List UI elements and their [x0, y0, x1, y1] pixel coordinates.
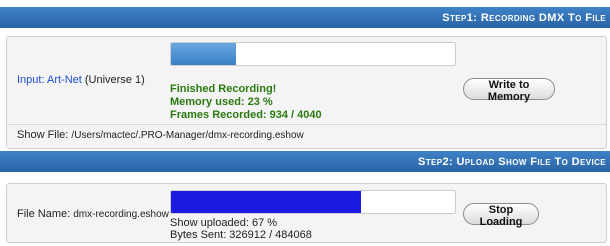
input-line: Input: Art-Net (Universe 1)	[17, 74, 145, 86]
show-file-path: /Users/mactec/.PRO-Manager/dmx-recording…	[71, 130, 304, 141]
show-file-label: Show File:	[17, 129, 69, 141]
show-uploaded-text: Show uploaded: 67 %	[170, 217, 278, 229]
input-universe: (Universe 1)	[84, 74, 145, 86]
upload-progress-fill	[171, 191, 362, 213]
file-name-label: File Name:	[17, 208, 71, 220]
input-source-link[interactable]: Art-Net	[47, 74, 82, 86]
upload-panel: File Name: dmx-recording.eshow Show uplo…	[6, 183, 607, 243]
step1-header-title: Step1: Recording DMX To File	[442, 12, 606, 24]
upload-progress-bar	[170, 190, 456, 214]
input-label: Input:	[17, 74, 45, 86]
step2-header: Step2: Upload Show File To Device	[0, 151, 610, 173]
recording-progress-fill	[171, 43, 237, 65]
file-name-line: File Name: dmx-recording.eshow	[17, 208, 169, 220]
frames-recorded-text: Frames Recorded: 934 / 4040	[170, 109, 322, 121]
write-to-memory-button[interactable]: Write to Memory	[463, 78, 555, 103]
memory-used-text: Memory used: 23 %	[170, 96, 273, 108]
recording-progress-bar	[170, 42, 456, 66]
step2-header-title: Step2: Upload Show File To Device	[417, 156, 606, 168]
file-name-value: dmx-recording.eshow	[73, 209, 169, 220]
recording-panel: Input: Art-Net (Universe 1) Finished Rec…	[6, 36, 607, 149]
step1-header: Step1: Recording DMX To File	[0, 7, 610, 29]
panel1-divider	[7, 124, 606, 125]
bytes-sent-text: Bytes Sent: 326912 / 484068	[170, 229, 312, 241]
stop-loading-button[interactable]: Stop Loading	[463, 203, 539, 228]
show-file-line: Show File: /Users/mactec/.PRO-Manager/dm…	[17, 129, 304, 141]
recording-status-title: Finished Recording!	[170, 83, 277, 95]
